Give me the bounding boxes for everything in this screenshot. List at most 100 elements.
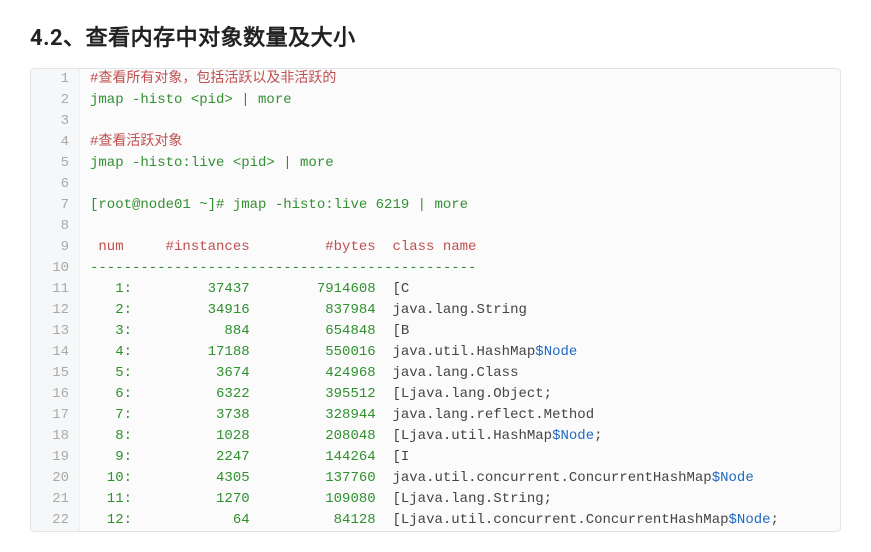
code-line: 18 8: 1028 208048 [Ljava.util.HashMap$No… [31, 426, 840, 447]
code-segment: 8: 1028 208048 [90, 428, 376, 444]
code-content: 11: 1270 109080 [Ljava.lang.String; [80, 489, 552, 510]
line-number: 5 [31, 153, 80, 174]
line-number: 21 [31, 489, 80, 510]
line-number: 7 [31, 195, 80, 216]
code-line: 9 num #instances #bytes class name [31, 237, 840, 258]
section-title: 4.2、查看内存中对象数量及大小 [30, 20, 841, 52]
code-line: 20 10: 4305 137760 java.util.concurrent.… [31, 468, 840, 489]
code-content: jmap -histo:live <pid> | more [80, 153, 334, 174]
line-number: 22 [31, 510, 80, 531]
code-line: 3 [31, 111, 840, 132]
code-content: #查看活跃对象 [80, 132, 182, 153]
code-segment: java.util.concurrent.ConcurrentHashMap [376, 470, 712, 486]
code-segment: jmap -histo:live <pid> | more [90, 155, 334, 171]
code-segment: ; [771, 512, 779, 528]
code-content: 12: 64 84128 [Ljava.util.concurrent.Conc… [80, 510, 779, 531]
code-segment: 12: 64 84128 [90, 512, 376, 528]
code-segment: [Ljava.util.HashMap [376, 428, 552, 444]
code-segment: java.lang.Class [376, 365, 519, 381]
line-number: 9 [31, 237, 80, 258]
code-content: 8: 1028 208048 [Ljava.util.HashMap$Node; [80, 426, 603, 447]
code-line: 19 9: 2247 144264 [I [31, 447, 840, 468]
code-segment: $Node [552, 428, 594, 444]
code-line: 5 jmap -histo:live <pid> | more [31, 153, 840, 174]
code-content: 1: 37437 7914608 [C [80, 279, 409, 300]
code-block: 1 #查看所有对象，包括活跃以及非活跃的 2 jmap -histo <pid> | … [30, 68, 841, 532]
code-segment: java.lang.String [376, 302, 527, 318]
line-number: 19 [31, 447, 80, 468]
code-line: 17 7: 3738 328944 java.lang.reflect.Meth… [31, 405, 840, 426]
code-segment: [root@node01 ~]# jmap -histo:live 6219 |… [90, 197, 468, 213]
line-number: 3 [31, 111, 80, 132]
code-segment: ----------------------------------------… [90, 260, 476, 276]
code-segment: java.lang.reflect.Method [376, 407, 594, 423]
code-content: ----------------------------------------… [80, 258, 476, 279]
code-segment: 3: 884 654848 [90, 323, 376, 339]
code-content: 3: 884 654848 [B [80, 321, 409, 342]
code-segment: num #instances #bytes class name [90, 239, 476, 255]
code-segment: java.util.HashMap [376, 344, 536, 360]
line-number: 4 [31, 132, 80, 153]
code-segment: [C [376, 281, 410, 297]
line-number: 20 [31, 468, 80, 489]
code-segment: #查看所有对象，包括活跃以及非活跃的 [90, 71, 336, 87]
code-segment: #查看活跃对象 [90, 134, 182, 150]
line-number: 12 [31, 300, 80, 321]
code-segment: ; [594, 428, 602, 444]
code-line: 6 [31, 174, 840, 195]
code-line: 21 11: 1270 109080 [Ljava.lang.String; [31, 489, 840, 510]
code-line: 13 3: 884 654848 [B [31, 321, 840, 342]
code-content [80, 174, 98, 195]
code-content: 10: 4305 137760 java.util.concurrent.Con… [80, 468, 754, 489]
code-line: 8 [31, 216, 840, 237]
line-number: 17 [31, 405, 80, 426]
code-content [80, 216, 98, 237]
code-content: num #instances #bytes class name [80, 237, 476, 258]
code-line: 7 [root@node01 ~]# jmap -histo:live 6219 … [31, 195, 840, 216]
code-line: 16 6: 6322 395512 [Ljava.lang.Object; [31, 384, 840, 405]
code-segment: 11: 1270 109080 [90, 491, 376, 507]
code-content: #查看所有对象，包括活跃以及非活跃的 [80, 69, 336, 90]
code-content: 4: 17188 550016 java.util.HashMap$Node [80, 342, 577, 363]
code-content [80, 111, 98, 132]
code-segment: $Node [535, 344, 577, 360]
code-line: 14 4: 17188 550016 java.util.HashMap$Nod… [31, 342, 840, 363]
code-segment: 9: 2247 144264 [90, 449, 376, 465]
line-number: 16 [31, 384, 80, 405]
line-number: 14 [31, 342, 80, 363]
code-segment: 6: 6322 395512 [90, 386, 376, 402]
code-segment: jmap -histo <pid> | more [90, 92, 292, 108]
code-line: 4 #查看活跃对象 [31, 132, 840, 153]
code-content: 6: 6322 395512 [Ljava.lang.Object; [80, 384, 552, 405]
line-number: 6 [31, 174, 80, 195]
code-segment: [Ljava.util.concurrent.ConcurrentHashMap [376, 512, 729, 528]
code-line: 12 2: 34916 837984 java.lang.String [31, 300, 840, 321]
code-content: 5: 3674 424968 java.lang.Class [80, 363, 518, 384]
code-segment: 1: 37437 7914608 [90, 281, 376, 297]
code-line: 1 #查看所有对象，包括活跃以及非活跃的 [31, 69, 840, 90]
line-number: 18 [31, 426, 80, 447]
code-content: 2: 34916 837984 java.lang.String [80, 300, 527, 321]
code-line: 10 --------------------------------------… [31, 258, 840, 279]
code-content: 7: 3738 328944 java.lang.reflect.Method [80, 405, 594, 426]
line-number: 11 [31, 279, 80, 300]
code-line: 11 1: 37437 7914608 [C [31, 279, 840, 300]
code-segment: [Ljava.lang.String; [376, 491, 552, 507]
code-line: 15 5: 3674 424968 java.lang.Class [31, 363, 840, 384]
code-segment: [Ljava.lang.Object; [376, 386, 552, 402]
code-content: [root@node01 ~]# jmap -histo:live 6219 |… [80, 195, 468, 216]
line-number: 13 [31, 321, 80, 342]
line-number: 1 [31, 69, 80, 90]
code-segment: [I [376, 449, 410, 465]
code-segment: $Node [712, 470, 754, 486]
line-number: 15 [31, 363, 80, 384]
code-segment: 2: 34916 837984 [90, 302, 376, 318]
code-segment: 10: 4305 137760 [90, 470, 376, 486]
code-segment: 7: 3738 328944 [90, 407, 376, 423]
code-content: 9: 2247 144264 [I [80, 447, 409, 468]
code-segment: 4: 17188 550016 [90, 344, 376, 360]
line-number: 10 [31, 258, 80, 279]
code-line: 2 jmap -histo <pid> | more [31, 90, 840, 111]
line-number: 8 [31, 216, 80, 237]
line-number: 2 [31, 90, 80, 111]
